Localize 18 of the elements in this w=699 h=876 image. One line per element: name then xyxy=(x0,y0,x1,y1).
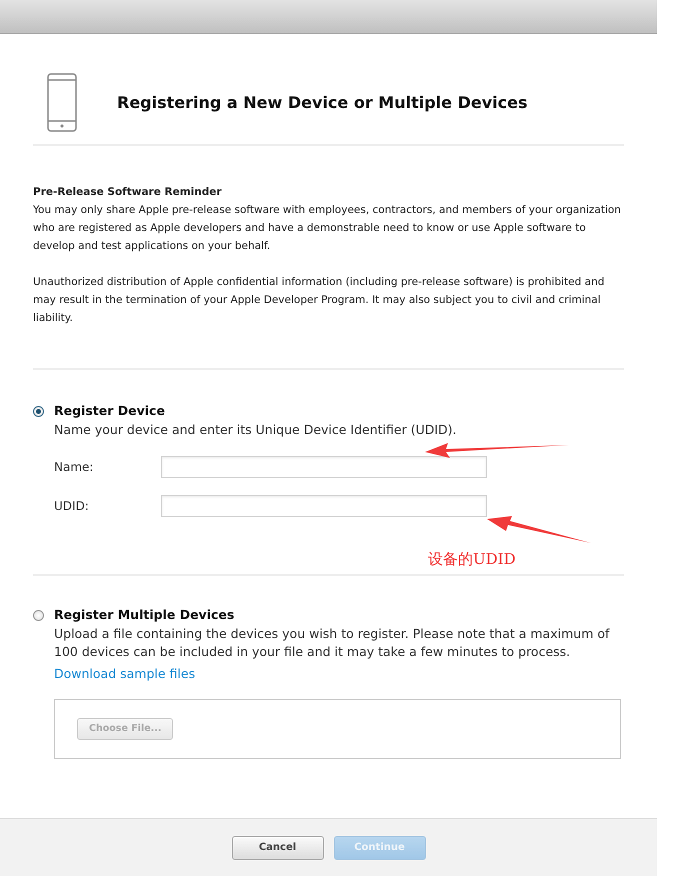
option-description: Name your device and enter its Unique Device Identifier (UDID). xyxy=(54,420,458,439)
option-label: Register Device xyxy=(54,402,166,420)
page-title: Registering a New Device or Multiple Devices xyxy=(117,92,528,112)
cancel-button[interactable]: Cancel xyxy=(232,836,324,860)
annotation-text: 设备的UDID xyxy=(428,549,516,570)
radio-button[interactable] xyxy=(33,406,44,417)
input-field[interactable] xyxy=(161,494,487,517)
phone-icon xyxy=(47,73,77,132)
reminder-paragraph: Unauthorized distribution of Apple confidential information (including pre-release software) is prohibited and may result in the termination of your Apple Developer Program. It may also subject you to civil and criminal liability. xyxy=(33,275,606,326)
field-label: UDID: xyxy=(54,498,90,515)
radio-button[interactable] xyxy=(33,610,44,621)
option-label: Register Multiple Devices xyxy=(54,606,236,624)
download-link[interactable]: Download sample files xyxy=(54,666,196,681)
input-field[interactable] xyxy=(161,456,487,478)
reminder-paragraph: You may only share Apple pre-release software with employees, contractors, and members of your organization who are registered as Apple developers and have a demonstrable need to know or use Apple software to develop and test applications on your behalf. xyxy=(33,203,622,254)
field-label: Name: xyxy=(54,458,94,476)
option-description: Upload a file containing the devices you wish to register. Please note that a maximum of 100 devices can be included in your file and it may take a few minutes to process. xyxy=(54,624,611,661)
reminder-heading: Pre-Release Software Reminder xyxy=(33,185,223,200)
